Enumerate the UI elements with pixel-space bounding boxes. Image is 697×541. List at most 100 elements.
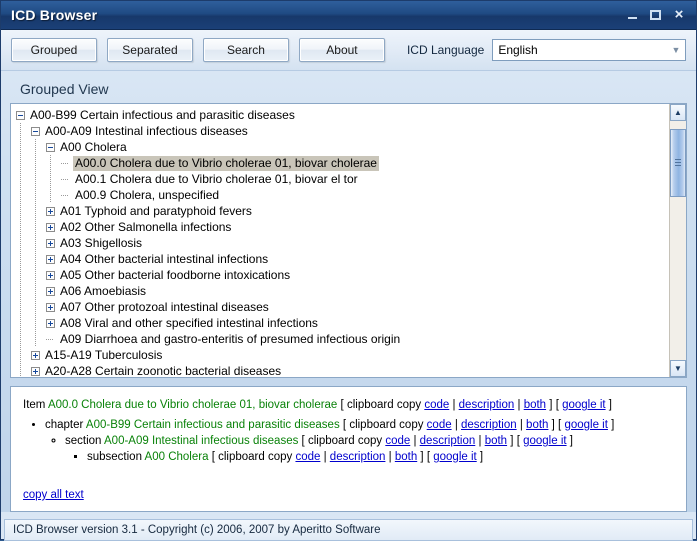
expand-plus-icon[interactable] <box>46 206 55 216</box>
tree-guide-line <box>20 187 21 203</box>
chapter-prefix: chapter <box>45 419 84 431</box>
subsection-google-link[interactable]: google it <box>433 451 476 463</box>
tree-guide-line <box>20 155 21 171</box>
section-google-link[interactable]: google it <box>523 435 566 447</box>
tree-node-label: A00 Cholera <box>60 139 127 154</box>
tree-node-label: A03 Shigellosis <box>60 235 143 250</box>
section-copy-description-link[interactable]: description <box>420 435 476 447</box>
tree-node[interactable]: A15-A19 Tuberculosis <box>16 347 669 363</box>
icd-tree[interactable]: A00-B99 Certain infectious and parasitic… <box>11 104 669 377</box>
icd-language-select[interactable]: English ▼ <box>492 39 686 61</box>
expand-plus-icon[interactable] <box>46 254 55 264</box>
minimize-icon[interactable] <box>626 8 640 22</box>
copy-all-text-link[interactable]: copy all text <box>23 489 84 501</box>
tree-leaf-connector-icon <box>61 175 70 184</box>
window-controls: × <box>626 7 692 22</box>
tree-node[interactable]: A08 Viral and other specified intestinal… <box>16 315 669 331</box>
section-copy-code-link[interactable]: code <box>385 435 410 447</box>
tree-node[interactable]: A03 Shigellosis <box>16 235 669 251</box>
tree-guide-line <box>35 283 36 299</box>
about-button[interactable]: About <box>298 38 385 62</box>
subsection-google-close: ] <box>479 451 484 463</box>
search-button[interactable]: Search <box>202 38 289 62</box>
expand-plus-icon[interactable] <box>46 222 55 232</box>
item-sep-1: | <box>452 399 456 411</box>
tree-node[interactable]: A06 Amoebiasis <box>16 283 669 299</box>
tree-guide-line <box>50 187 51 203</box>
maximize-icon[interactable] <box>649 8 663 22</box>
expand-plus-icon[interactable] <box>46 302 55 312</box>
tree-node[interactable]: A00.0 Cholera due to Vibrio cholerae 01,… <box>16 155 669 171</box>
subsection-copy-code-link[interactable]: code <box>295 451 320 463</box>
expand-plus-icon[interactable] <box>46 286 55 296</box>
collapse-minus-icon[interactable] <box>16 110 25 120</box>
tree-node[interactable]: A09 Diarrhoea and gastro-enteritis of pr… <box>16 331 669 347</box>
expand-plus-icon[interactable] <box>46 318 55 328</box>
detail-item-line: Item A00.0 Cholera due to Vibrio cholera… <box>23 397 674 413</box>
tree-node[interactable]: A04 Other bacterial intestinal infection… <box>16 251 669 267</box>
chapter-google-link[interactable]: google it <box>564 419 607 431</box>
subsection-list: subsection A00 Cholera [ clipboard copy … <box>65 449 674 465</box>
item-copy-both-link[interactable]: both <box>524 399 546 411</box>
scrollbar-thumb[interactable] <box>670 129 686 197</box>
item-copy-code-link[interactable]: code <box>424 399 449 411</box>
collapse-minus-icon[interactable] <box>46 142 55 152</box>
status-bar-text: ICD Browser version 3.1 - Copyright (c) … <box>13 524 381 536</box>
subsection-copy-both-link[interactable]: both <box>395 451 417 463</box>
tree-indent <box>16 267 46 283</box>
section-clipboard-label: clipboard copy <box>307 435 383 447</box>
subsection-copy-description-link[interactable]: description <box>330 451 386 463</box>
item-copy-description-link[interactable]: description <box>459 399 515 411</box>
tree-indent <box>16 171 61 187</box>
collapse-minus-icon[interactable] <box>31 126 40 136</box>
item-code-text: A00.0 Cholera due to Vibrio cholerae 01,… <box>47 399 338 411</box>
item-google-link[interactable]: google it <box>562 399 605 411</box>
expand-plus-icon[interactable] <box>31 366 40 376</box>
tree-node[interactable]: A05 Other bacterial foodborne intoxicati… <box>16 267 669 283</box>
tree-leaf-connector-icon <box>46 335 55 344</box>
subsection-line: subsection A00 Cholera [ clipboard copy … <box>87 449 674 465</box>
tree-node[interactable]: A01 Typhoid and paratyphoid fevers <box>16 203 669 219</box>
tree-guide-line <box>50 155 51 171</box>
tree-node-label: A07 Other protozoal intestinal diseases <box>60 299 269 314</box>
tree-guide-line <box>20 363 21 377</box>
chapter-open-bracket: [ <box>342 419 347 431</box>
separated-button[interactable]: Separated <box>106 38 193 62</box>
tree-node[interactable]: A00-B99 Certain infectious and parasitic… <box>16 107 669 123</box>
tree-guide-line <box>35 171 36 187</box>
chapter-copy-code-link[interactable]: code <box>427 419 452 431</box>
tree-guide-line <box>20 283 21 299</box>
title-bar[interactable]: ICD Browser × <box>1 1 696 30</box>
tree-node[interactable]: A00.1 Cholera due to Vibrio cholerae 01,… <box>16 171 669 187</box>
chapter-copy-both-link[interactable]: both <box>526 419 548 431</box>
scroll-up-icon[interactable]: ▲ <box>670 104 686 121</box>
tree-node[interactable]: A00.9 Cholera, unspecified <box>16 187 669 203</box>
chapter-copy-description-link[interactable]: description <box>461 419 517 431</box>
close-icon[interactable]: × <box>672 7 686 22</box>
expand-plus-icon[interactable] <box>46 238 55 248</box>
subsection-code-text: A00 Cholera <box>144 451 209 463</box>
tree-vertical-scrollbar[interactable]: ▲ ▼ <box>669 104 686 377</box>
tree-guide-line <box>20 315 21 331</box>
tree-indent <box>16 315 46 331</box>
scrollbar-track[interactable] <box>670 121 686 360</box>
tree-node[interactable]: A00 Cholera <box>16 139 669 155</box>
tree-guide-line <box>35 235 36 251</box>
expand-plus-icon[interactable] <box>31 350 40 360</box>
grouped-button[interactable]: Grouped <box>11 38 97 62</box>
tree-guide-line <box>35 331 36 347</box>
item-close-bracket: ] <box>549 399 553 411</box>
chapter-close-bracket: ] <box>551 419 555 431</box>
expand-plus-icon[interactable] <box>46 270 55 280</box>
tree-node[interactable]: A20-A28 Certain zoonotic bacterial disea… <box>16 363 669 377</box>
section-copy-both-link[interactable]: both <box>485 435 507 447</box>
tree-node[interactable]: A07 Other protozoal intestinal diseases <box>16 299 669 315</box>
tree-node[interactable]: A00-A09 Intestinal infectious diseases <box>16 123 669 139</box>
item-prefix: Item <box>23 399 46 411</box>
chevron-down-icon[interactable]: ▼ <box>667 40 685 60</box>
tree-leaf-connector-icon <box>61 191 70 200</box>
item-clipboard-label: clipboard copy <box>346 399 422 411</box>
scroll-down-icon[interactable]: ▼ <box>670 360 686 377</box>
item-google-open: [ <box>555 399 559 411</box>
tree-node[interactable]: A02 Other Salmonella infections <box>16 219 669 235</box>
